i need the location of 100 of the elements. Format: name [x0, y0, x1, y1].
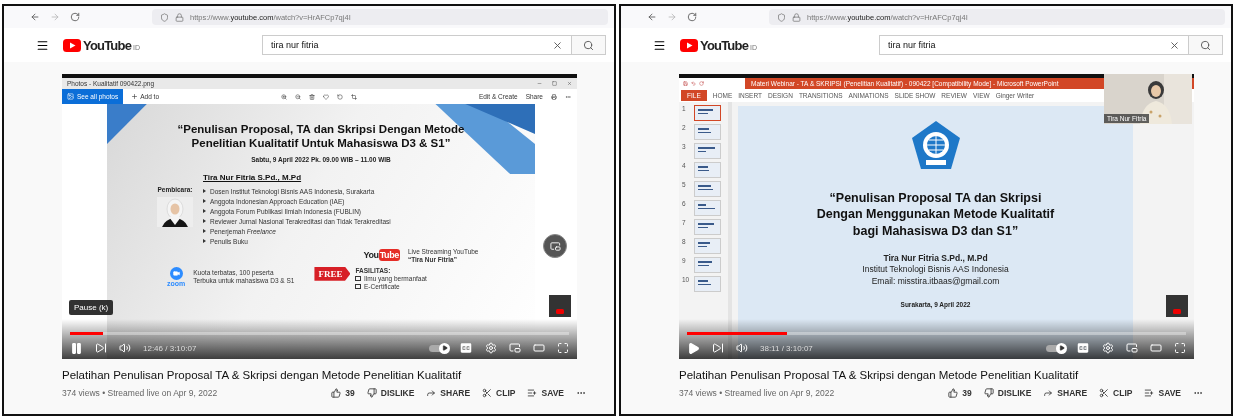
- slide-title: Penelitian Kualitatif Untuk Mahasiswa D3 & S1”: [191, 136, 451, 151]
- plus-icon: [131, 93, 139, 100]
- more-icon[interactable]: [565, 93, 571, 100]
- dislike-button[interactable]: DISLIKE: [977, 388, 1038, 398]
- free-tag: FREE: [314, 266, 351, 281]
- share-arrow-icon: [1043, 388, 1054, 398]
- fullscreen-icon[interactable]: [1174, 342, 1186, 354]
- like-button[interactable]: 39: [325, 388, 361, 398]
- fullscreen-icon[interactable]: [557, 342, 569, 354]
- clip-button[interactable]: CLIP: [476, 388, 522, 398]
- slide-thumbnail[interactable]: [694, 105, 721, 121]
- slide-thumbnail[interactable]: [694, 162, 721, 178]
- back-icon[interactable]: [30, 12, 40, 22]
- slide-title: “Penulisan Proposal TA dan Skripsi: [829, 190, 1042, 207]
- zoom-in-icon[interactable]: [281, 93, 287, 100]
- list-plus-icon: [1144, 388, 1155, 398]
- slide-title: “Penulisan Proposal, TA dan Skripsi Dengan Metode: [177, 122, 465, 137]
- captions-icon[interactable]: [1076, 341, 1090, 355]
- video-meta: 374 views • Streamed live on Apr 9, 2022: [62, 388, 218, 398]
- thumbs-down-icon: [983, 388, 994, 398]
- play-icon: [1058, 345, 1065, 351]
- pause-icon[interactable]: [70, 341, 83, 355]
- slide-title: Dengan Menggunakan Metode Kualitatif: [816, 206, 1055, 223]
- search-button[interactable]: [1189, 35, 1223, 55]
- thumbs-up-icon: [331, 388, 342, 398]
- bullet-icon: [203, 209, 206, 214]
- back-icon[interactable]: [647, 12, 657, 22]
- clear-icon[interactable]: [552, 39, 563, 51]
- reload-icon[interactable]: [70, 12, 80, 22]
- theater-icon[interactable]: [1150, 342, 1162, 354]
- volume-icon[interactable]: [119, 342, 131, 354]
- search-field[interactable]: tira nur fitria: [262, 35, 572, 55]
- miniplayer-icon[interactable]: [1126, 342, 1138, 354]
- play-icon: [441, 345, 448, 351]
- next-icon[interactable]: [95, 342, 107, 354]
- save-button[interactable]: SAVE: [1138, 388, 1187, 398]
- play-logo-icon: [1173, 309, 1181, 314]
- camera-icon: [172, 269, 180, 277]
- reload-icon[interactable]: [687, 12, 697, 22]
- lock-icon: [175, 12, 184, 22]
- play-icon[interactable]: [687, 341, 700, 355]
- shield-icon: [160, 12, 169, 22]
- slide-thumbnail[interactable]: [694, 124, 721, 140]
- settings-icon[interactable]: [485, 342, 497, 354]
- presenter-name: Tira Nur Fitria S.Pd., M.Pd: [883, 252, 988, 265]
- clear-icon[interactable]: [1169, 39, 1180, 51]
- play-logo-icon: [680, 38, 698, 52]
- tooltip: Pause (k): [69, 300, 114, 315]
- like-button[interactable]: 39: [942, 388, 978, 398]
- slide-thumbnail[interactable]: [694, 219, 721, 235]
- search-icon: [1200, 39, 1211, 51]
- menu-icon[interactable]: [36, 38, 49, 52]
- bullet-icon: [203, 229, 206, 234]
- thumbs-up-icon: [948, 388, 959, 398]
- dislike-button[interactable]: DISLIKE: [360, 388, 421, 398]
- thumbs-down-icon: [366, 388, 377, 398]
- heart-icon[interactable]: [323, 93, 329, 100]
- speaker-name: Tira Nur Fitria S.Pd., M.Pd: [203, 172, 303, 182]
- video-player[interactable]: [62, 74, 577, 359]
- email-text: Email: misstira.itbaas@gmail.com: [871, 275, 1000, 288]
- search-field[interactable]: tira nur fitria: [879, 35, 1189, 55]
- miniplayer-icon[interactable]: [509, 342, 521, 354]
- print-icon[interactable]: [551, 93, 557, 100]
- slide-thumbnail[interactable]: [694, 257, 721, 273]
- slide-thumbnail[interactable]: [694, 238, 721, 254]
- clip-button[interactable]: CLIP: [1093, 388, 1139, 398]
- scissors-icon: [482, 388, 493, 398]
- slide-thumbnail[interactable]: [694, 143, 721, 159]
- share-button[interactable]: SHARE: [1037, 388, 1094, 398]
- list-plus-icon: [527, 388, 538, 398]
- slide-thumbnail[interactable]: [694, 200, 721, 216]
- video-player[interactable]: [679, 74, 1194, 359]
- share-button[interactable]: SHARE: [420, 388, 477, 398]
- delete-icon[interactable]: [309, 93, 315, 100]
- bullet-icon: [203, 199, 206, 204]
- emblem-icon: [909, 120, 962, 172]
- volume-icon[interactable]: [736, 342, 748, 354]
- slide-thumbnail[interactable]: [694, 276, 721, 292]
- institution-text: Institut Teknologi Bisnis AAS Indonesia: [862, 264, 1009, 276]
- autoplay-toggle[interactable]: [429, 344, 447, 352]
- menu-icon[interactable]: [653, 38, 666, 52]
- rotate-icon[interactable]: [337, 93, 343, 100]
- bullet-icon: [203, 219, 206, 224]
- captions-icon[interactable]: [459, 341, 473, 355]
- search-button[interactable]: [572, 35, 606, 55]
- play-logo-icon: [63, 38, 81, 52]
- zoom-out-icon[interactable]: [295, 93, 301, 100]
- slide-thumbnail[interactable]: [694, 181, 721, 197]
- autoplay-toggle[interactable]: [1046, 344, 1064, 352]
- close-icon[interactable]: [567, 81, 572, 86]
- screen-share-icon: [549, 240, 561, 252]
- settings-icon[interactable]: [1102, 342, 1114, 354]
- crop-icon[interactable]: [351, 93, 357, 100]
- theater-icon[interactable]: [533, 342, 545, 354]
- share-arrow-icon: [426, 388, 437, 398]
- search-icon: [583, 39, 594, 51]
- shield-icon: [777, 12, 786, 22]
- next-icon[interactable]: [712, 342, 724, 354]
- bullet-icon: [203, 239, 206, 244]
- save-button[interactable]: SAVE: [521, 388, 570, 398]
